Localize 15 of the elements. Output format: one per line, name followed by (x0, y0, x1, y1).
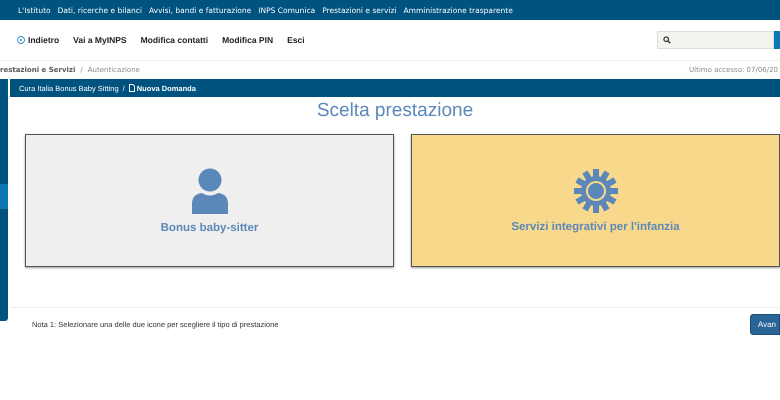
arrow-circle-icon (17, 36, 25, 44)
search-button[interactable] (774, 31, 780, 49)
search-icon (663, 36, 671, 44)
document-icon (128, 84, 135, 92)
person-icon (190, 168, 230, 214)
back-link[interactable]: Indietro (17, 35, 60, 45)
page-title: Scelta prestazione (316, 100, 474, 122)
nav-link[interactable]: Vai a MyINPS (73, 35, 127, 45)
gear-icon (574, 168, 618, 213)
nav-link[interactable]: Modifica contatti (140, 35, 208, 45)
search-field[interactable] (657, 31, 774, 49)
nav-link[interactable]: Modifica PIN (222, 35, 274, 45)
nav-link[interactable]: Esci (287, 35, 305, 45)
next-button[interactable]: Avan (750, 314, 780, 336)
sidebar-item[interactable] (0, 184, 8, 209)
